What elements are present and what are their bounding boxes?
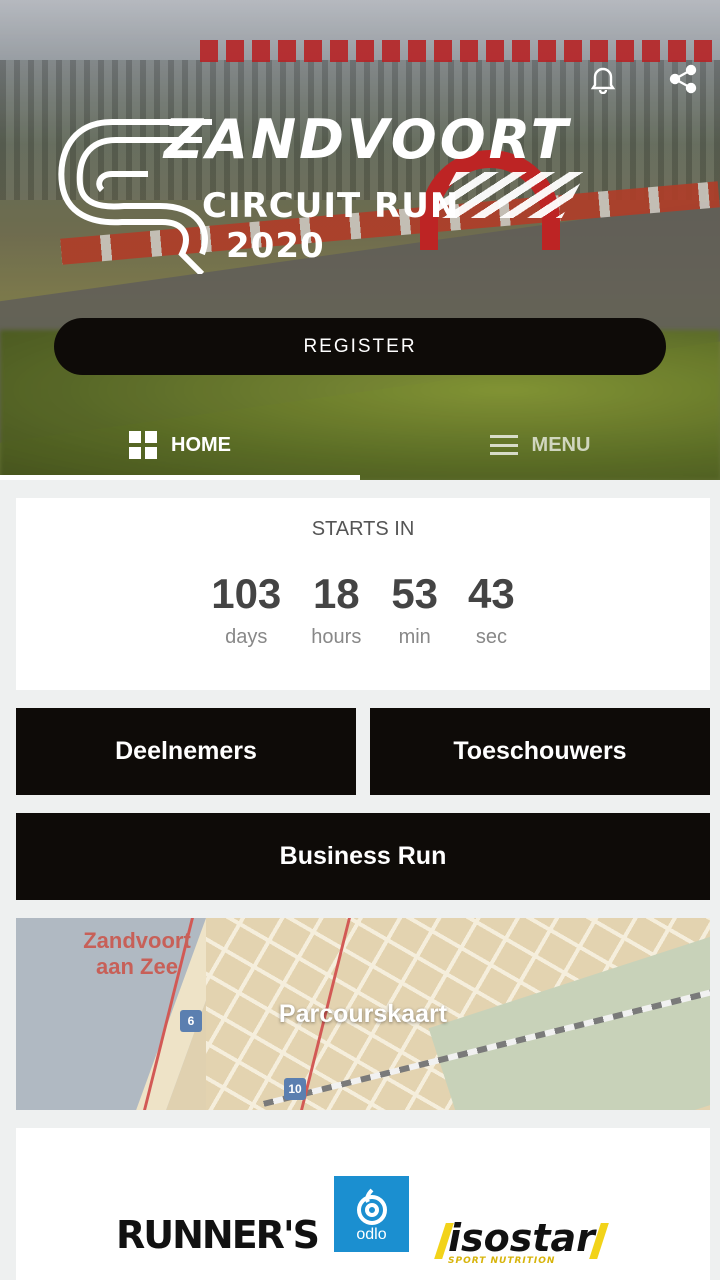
- countdown-days-value: 103: [211, 570, 282, 617]
- isostar-label: isostar: [448, 1216, 595, 1260]
- register-button[interactable]: REGISTER: [54, 318, 666, 375]
- event-logo: ZANDVOORT CIRCUIT RUN 2020: [52, 108, 672, 278]
- countdown-days: 103 days: [211, 568, 281, 649]
- odlo-emblem-icon: [356, 1188, 387, 1225]
- isostar-logo[interactable]: isostar SPORT NUTRITION: [434, 1216, 609, 1266]
- deelnemers-button[interactable]: Deelnemers: [16, 708, 356, 795]
- odlo-label: odlo: [356, 1226, 387, 1243]
- tab-menu[interactable]: MENU: [360, 410, 720, 480]
- course-map-card[interactable]: Zandvoort aan Zee 6 10 Parcourskaart: [16, 918, 710, 1110]
- runners-world-logo[interactable]: RUNNER'S: [116, 1213, 320, 1257]
- countdown-hours: 18 hours: [311, 568, 361, 649]
- countdown-hours-unit: hours: [311, 626, 362, 648]
- logo-subtitle: CIRCUIT RUN: [202, 186, 460, 226]
- logo-title: ZANDVOORT: [164, 108, 571, 171]
- business-run-button[interactable]: Business Run: [16, 813, 710, 900]
- toeschouwers-button[interactable]: Toeschouwers: [370, 708, 710, 795]
- sponsors-card: RUNNER'S odlo isostar SPORT NUTRITION: [16, 1128, 710, 1280]
- hero-banner: ZANDVOORT CIRCUIT RUN 2020 REGISTER HOME…: [0, 0, 720, 480]
- tab-home-label: HOME: [171, 433, 231, 456]
- hamburger-icon: [489, 435, 518, 455]
- dashboard-icon: [129, 431, 157, 459]
- odlo-logo[interactable]: odlo: [334, 1176, 409, 1252]
- hero-actions: [586, 62, 700, 96]
- countdown-card: STARTS IN 103 days 18 hours 53 min 43 se…: [16, 498, 710, 690]
- tab-menu-label: MENU: [531, 433, 591, 456]
- countdown-units: 103 days 18 hours 53 min 43 sec: [16, 568, 710, 649]
- tab-home[interactable]: HOME: [0, 410, 360, 480]
- logo-year: 2020: [226, 226, 325, 266]
- countdown-days-unit: days: [225, 626, 268, 648]
- countdown-min-value: 53: [391, 570, 439, 617]
- countdown-sec-unit: sec: [475, 626, 507, 648]
- countdown-label: STARTS IN: [311, 518, 415, 540]
- countdown-hours-value: 18: [312, 570, 360, 617]
- countdown-min: 53 min: [391, 568, 438, 649]
- countdown-min-unit: min: [398, 626, 431, 648]
- countdown-sec: 43 sec: [468, 568, 515, 649]
- logo-checker-flag: [431, 172, 587, 218]
- course-map-label: Parcourskaart: [278, 999, 448, 1028]
- bell-icon[interactable]: [586, 62, 620, 96]
- isostar-tagline: SPORT NUTRITION: [448, 1256, 556, 1266]
- share-icon[interactable]: [666, 62, 700, 96]
- tab-bar: HOME MENU: [0, 410, 720, 480]
- countdown-sec-value: 43: [468, 570, 515, 617]
